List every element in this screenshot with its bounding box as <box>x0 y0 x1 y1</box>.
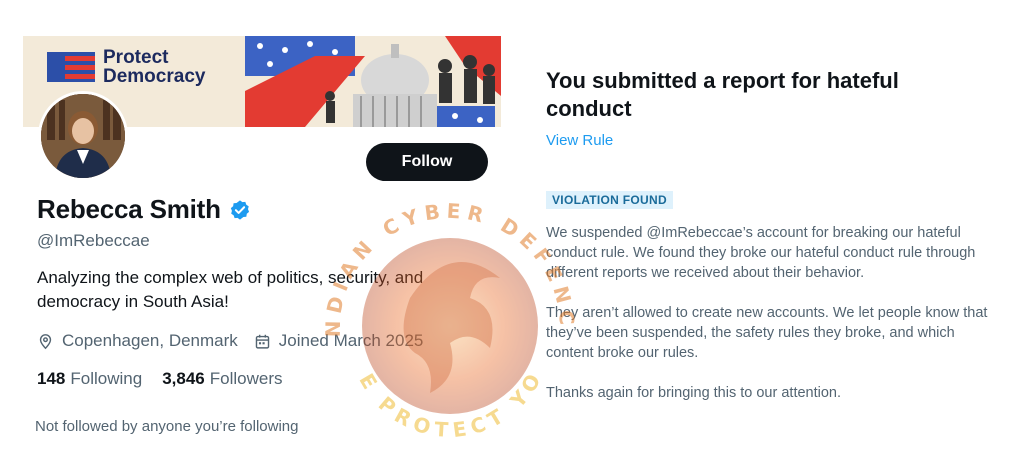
violation-badge: VIOLATION FOUND <box>546 191 673 209</box>
view-rule-link[interactable]: View Rule <box>546 132 613 149</box>
location: Copenhagen, Denmark <box>62 331 238 350</box>
following-label: Following <box>70 369 143 388</box>
report-paragraph-3: Thanks again for bringing this to our at… <box>546 385 842 401</box>
followers-link[interactable]: 3,846 Followers <box>162 369 282 389</box>
bio: Analyzing the complex web of politics, s… <box>37 268 424 311</box>
follow-button[interactable]: Follow <box>366 143 488 181</box>
followers-label: Followers <box>209 369 283 388</box>
joined-date: Joined March 2025 <box>278 331 424 350</box>
not-followed-text: Not followed by anyone you’re following <box>35 418 299 435</box>
calendar-icon <box>255 334 270 349</box>
handle: @ImRebeccae <box>37 231 150 250</box>
protect-democracy-logo: Protect Democracy <box>47 48 205 86</box>
display-name: Rebecca Smith <box>37 194 221 224</box>
location-pin-icon <box>39 333 52 349</box>
verified-badge-icon[interactable] <box>229 199 251 221</box>
avatar-image <box>41 94 125 178</box>
report-title: You submitted a report for hateful condu… <box>546 68 899 121</box>
followers-count: 3,846 <box>162 369 205 388</box>
report-paragraph-2: They aren’t allowed to create new accoun… <box>546 305 988 361</box>
profile-meta: Copenhagen, Denmark Joined March 2025 <box>37 331 423 351</box>
logo-line-1: Protect <box>103 47 169 68</box>
name-row: Rebecca Smith <box>37 194 251 225</box>
report-paragraph-1: We suspended @ImRebeccae’s account for b… <box>546 225 976 281</box>
flag-logo-icon <box>47 50 95 84</box>
avatar[interactable] <box>38 91 128 181</box>
following-link[interactable]: 148 Following <box>37 369 142 389</box>
follow-stats: 148 Following 3,846 Followers <box>37 369 282 389</box>
logo-line-2: Democracy <box>103 66 206 87</box>
capitol-illustration <box>245 36 501 127</box>
following-count: 148 <box>37 369 66 388</box>
